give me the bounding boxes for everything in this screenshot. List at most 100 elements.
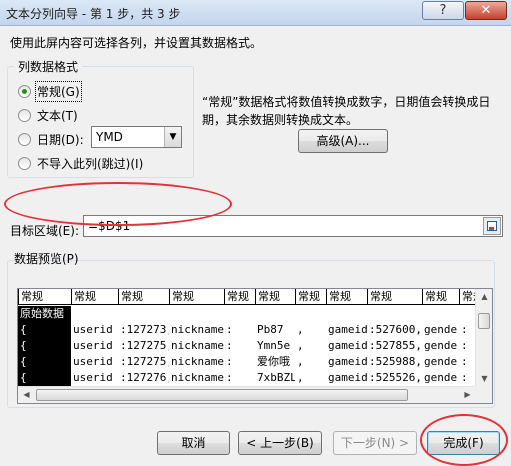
destination-label: 目标区域(E): [10, 224, 79, 238]
preview-cell: , [297, 323, 304, 336]
preview-cell: nickname [171, 371, 224, 384]
preview-cell: :127276, [120, 371, 169, 384]
preview-cell: { [20, 371, 27, 384]
radio-general[interactable]: 常规(G) [18, 80, 82, 102]
scroll-corner [475, 386, 492, 403]
preview-cell: 原始数据 [20, 307, 64, 320]
cancel-button[interactable]: 取消 [157, 431, 230, 455]
horizontal-scroll-thumb[interactable] [36, 389, 408, 401]
preview-cell: :127275, [120, 355, 169, 368]
preview-cell: :527855, [369, 339, 422, 352]
preview-cell: gender [424, 355, 459, 368]
preview-grid[interactable]: 常规常规常规常规常规常规常规常规常规常规常规常规原始数据{userid:1272… [18, 289, 476, 387]
radio-skip-label: 不导入此列(跳过)(I) [37, 156, 144, 171]
format-description: “常规”数据格式将数值转换成数字，日期值会转换成日期，其余数据则转换成文本。 [202, 95, 491, 127]
title-bar: 文本分列向导 - 第 1 步，共 3 步 ? ✕ [0, 0, 511, 26]
preview-cell: : [461, 323, 468, 336]
column-header[interactable]: 常规 [71, 289, 118, 305]
date-format-select[interactable]: YMD ▼ [91, 126, 182, 148]
preview-cell: gender [424, 339, 459, 352]
radio-general-label: 常规(G) [35, 80, 82, 102]
preview-cell: , [297, 339, 304, 352]
preview-cell: :527600, [369, 323, 422, 336]
preview-cell: Pb87 [257, 323, 284, 336]
preview-cell: , [297, 371, 304, 384]
preview-cell: userid [73, 355, 113, 368]
destination-value: =$D$1 [88, 219, 131, 233]
column-header[interactable]: 常规 [295, 289, 326, 305]
preview-cell: : [226, 371, 233, 384]
dropdown-arrow-icon[interactable]: ▼ [164, 127, 181, 147]
finish-button[interactable]: 完成(F) [427, 431, 500, 455]
vertical-scroll-thumb[interactable] [478, 313, 490, 329]
radio-text[interactable]: 文本(T) [18, 106, 78, 124]
horizontal-scrollbar[interactable]: ◀ ▶ [18, 386, 476, 403]
vertical-scrollbar[interactable]: ▲ ▼ [475, 289, 492, 387]
back-button[interactable]: < 上一步(B) [238, 431, 322, 455]
column-header[interactable]: 常规 [169, 289, 224, 305]
next-button[interactable]: 下一步(N) > [333, 431, 417, 455]
preview-cell: , [297, 355, 304, 368]
preview-cell: : [226, 355, 233, 368]
preview-cell: :525526, [369, 371, 422, 384]
preview-cell: : [461, 355, 468, 368]
preview-cell: gameid [328, 371, 367, 384]
dialog-body: 使用此屏内容可选择各列，并设置其数据格式。 列数据格式 常规(G) 文本(T) … [0, 26, 511, 466]
radio-text-button[interactable] [18, 108, 31, 122]
column-header[interactable]: 常规 [326, 289, 367, 305]
column-header[interactable]: 常规 [18, 289, 71, 305]
preview-cell: Ymn5e [257, 339, 291, 352]
preview-cell: userid [73, 323, 113, 336]
close-button[interactable]: ✕ [465, 1, 507, 20]
radio-text-label: 文本(T) [37, 108, 78, 123]
preview-cell: { [20, 339, 27, 352]
instruction-text: 使用此屏内容可选择各列，并设置其数据格式。 [10, 36, 263, 50]
scroll-up-icon[interactable]: ▲ [477, 291, 492, 303]
radio-general-button[interactable] [18, 84, 31, 98]
preview-cell: gameid [328, 339, 367, 352]
scroll-left-icon[interactable]: ◀ [19, 389, 34, 401]
preview-cell: 7xbBZL [257, 371, 295, 384]
radio-date-label: 日期(D): [37, 132, 84, 147]
preview-cell: :127275, [120, 339, 169, 352]
preview-cell: userid [73, 339, 113, 352]
help-button[interactable]: ? [422, 1, 464, 20]
preview-cell: gender [424, 323, 459, 336]
column-header[interactable]: 常规 [118, 289, 169, 305]
column-format-group: 列数据格式 常规(G) 文本(T) 日期(D): 不导入此列(跳过)(I) [7, 58, 194, 178]
preview-cell: { [20, 323, 27, 336]
preview-cell: nickname [171, 355, 224, 368]
preview-cell: :525988, [369, 355, 422, 368]
preview-cell: : [226, 323, 233, 336]
column-header[interactable]: 常规 [367, 289, 422, 305]
advanced-button[interactable]: 高级(A)... [298, 129, 388, 153]
window-title: 文本分列向导 - 第 1 步，共 3 步 [6, 7, 181, 21]
preview-cell: : [461, 371, 468, 384]
radio-date[interactable]: 日期(D): [18, 130, 84, 148]
column-header[interactable]: 常规 [224, 289, 255, 305]
preview-cell: :127273, [120, 323, 169, 336]
data-preview[interactable]: 常规常规常规常规常规常规常规常规常规常规常规常规原始数据{userid:1272… [17, 288, 493, 404]
radio-skip[interactable]: 不导入此列(跳过)(I) [18, 154, 143, 172]
radio-skip-button[interactable] [18, 156, 31, 170]
preview-cell: nickname [171, 339, 224, 352]
column-header[interactable]: 常规 [255, 289, 295, 305]
column-header[interactable]: 常规 [459, 289, 476, 305]
date-format-value: YMD [96, 130, 123, 144]
preview-cell: gender [424, 371, 459, 384]
radio-date-button[interactable] [18, 132, 31, 146]
preview-cell: nickname [171, 323, 224, 336]
collapse-dialog-icon[interactable] [483, 217, 501, 235]
preview-cell: gameid [328, 323, 367, 336]
destination-input[interactable]: =$D$1 [83, 215, 503, 237]
scroll-right-icon[interactable]: ▶ [460, 389, 475, 401]
preview-cell: : [226, 339, 233, 352]
scroll-down-icon[interactable]: ▼ [477, 373, 492, 385]
preview-cell: : [461, 339, 468, 352]
preview-cell: { [20, 355, 27, 368]
preview-cell: userid [73, 371, 113, 384]
column-format-label: 列数据格式 [14, 58, 83, 75]
column-header[interactable]: 常规 [422, 289, 459, 305]
preview-cell: 爱你哦 [257, 355, 290, 368]
preview-label: 数据预览(P) [14, 252, 79, 266]
